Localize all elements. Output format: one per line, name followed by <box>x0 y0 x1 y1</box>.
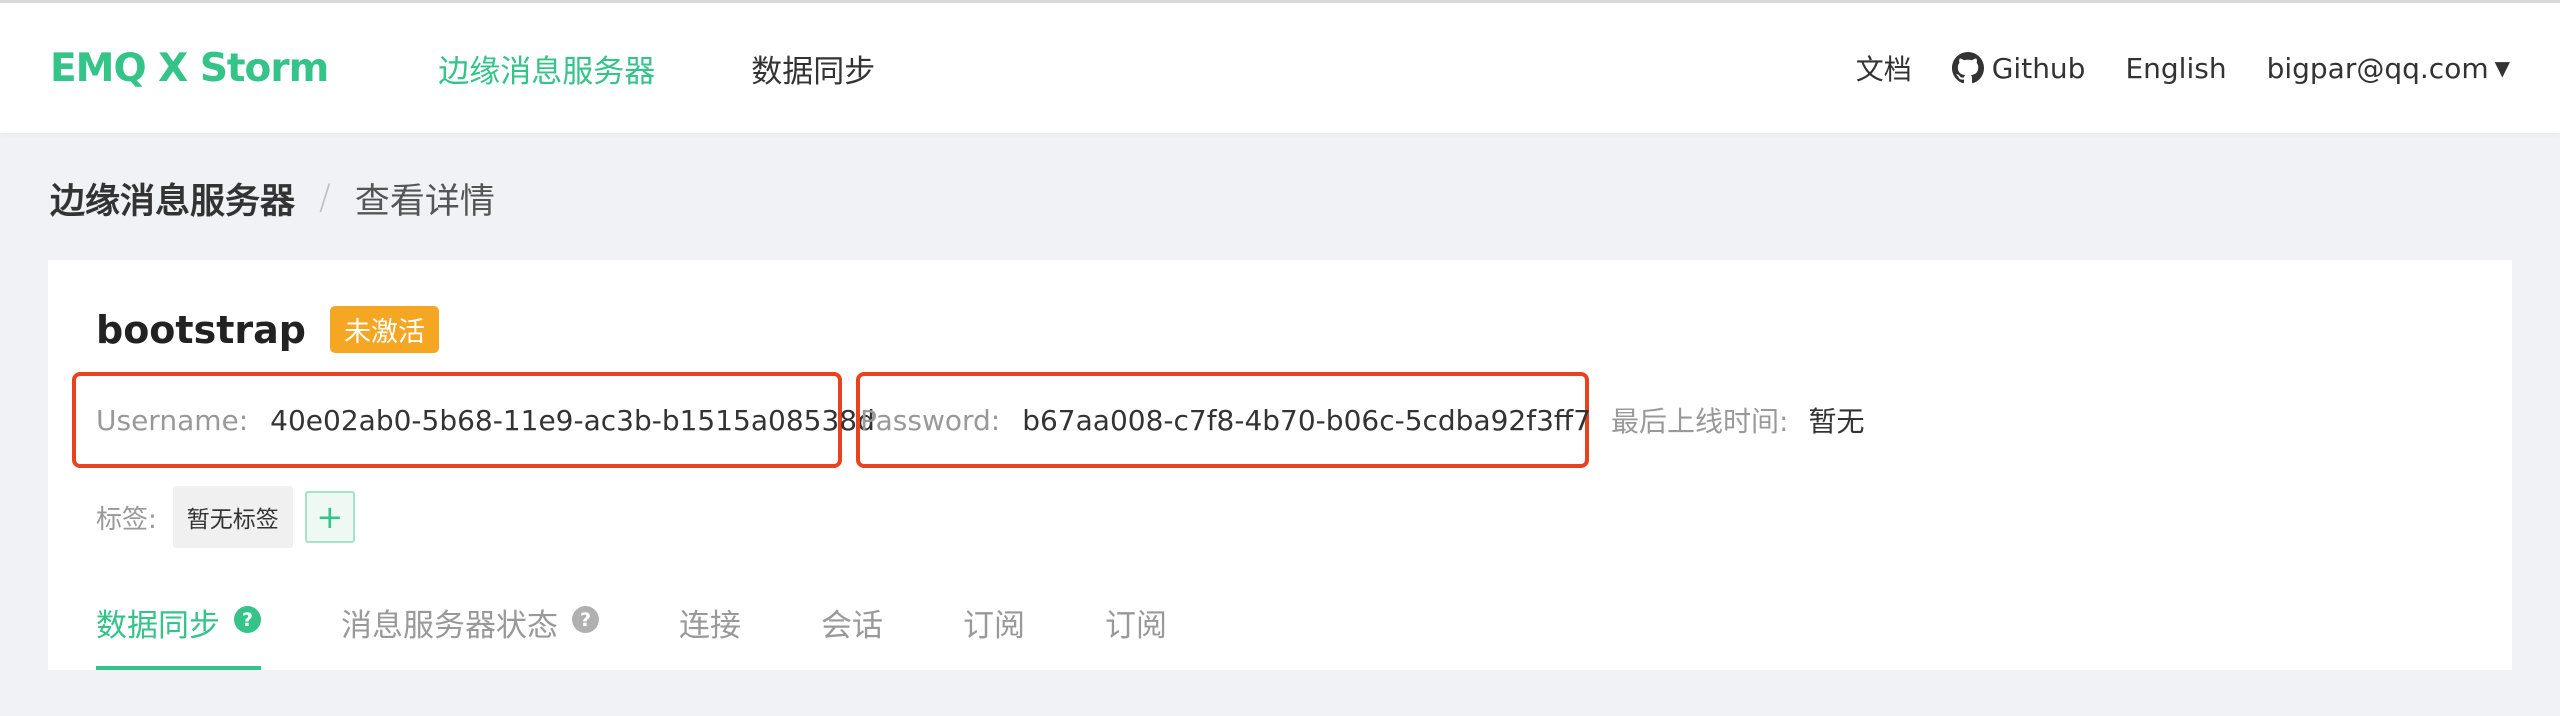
tag-empty-chip: 暂无标签 <box>172 486 293 548</box>
user-menu[interactable]: bigpar@qq.com ▼ <box>2267 52 2510 85</box>
title-row: bootstrap 未激活 <box>96 306 439 353</box>
nav-data-sync[interactable]: 数据同步 <box>751 46 875 91</box>
caret-down-icon: ▼ <box>2494 56 2510 80</box>
password-highlight: Password: b67aa008-c7f8-4b70-b06c-5cdba9… <box>856 372 1591 468</box>
help-icon[interactable]: ? <box>572 606 599 633</box>
docs-link[interactable]: 文档 <box>1856 48 1912 88</box>
main-nav: 边缘消息服务器 数据同步 <box>438 46 971 91</box>
tab-subscriptions[interactable]: 订阅 <box>963 600 1025 670</box>
breadcrumb-separator: / <box>319 178 331 218</box>
tab-label: 订阅 <box>963 608 1025 644</box>
status-badge: 未激活 <box>329 306 439 353</box>
server-name: bootstrap <box>96 307 306 352</box>
tab-connections[interactable]: 连接 <box>679 600 741 670</box>
last-online-value: 暂无 <box>1808 405 1865 438</box>
top-header: EMQ X Storm 边缘消息服务器 数据同步 文档 Github Engli… <box>0 3 2560 133</box>
add-tag-button[interactable]: + <box>304 491 355 543</box>
breadcrumb-parent[interactable]: 边缘消息服务器 <box>50 173 295 224</box>
tab-label: 订阅 <box>1105 608 1167 644</box>
breadcrumb: 边缘消息服务器 / 查看详情 <box>0 133 2560 263</box>
user-email: bigpar@qq.com <box>2266 51 2489 85</box>
tab-label: 会话 <box>821 608 883 644</box>
app-logo[interactable]: EMQ X Storm <box>50 46 329 91</box>
github-label: Github <box>1991 51 2086 85</box>
nav-edge-servers[interactable]: 边缘消息服务器 <box>438 46 655 91</box>
tab-sessions[interactable]: 会话 <box>821 600 883 670</box>
tab-label: 数据同步 <box>96 608 220 644</box>
tab-label: 消息服务器状态 <box>341 608 558 644</box>
username-highlight: Username: 40e02ab0-5b68-11e9-ac3b-b1515a… <box>72 372 875 468</box>
credentials-row: Username: 40e02ab0-5b68-11e9-ac3b-b1515a… <box>72 372 1864 468</box>
password-label: Password: <box>860 403 1001 437</box>
server-detail-card: bootstrap 未激活 Username: 40e02ab0-5b68-11… <box>48 260 2512 670</box>
tags-row: 标签: 暂无标签 + <box>96 486 355 548</box>
tab-data-sync[interactable]: 数据同步 ? <box>96 600 261 670</box>
detail-tabs: 数据同步 ? 消息服务器状态 ? 连接 会话 订阅 订阅 <box>96 600 1247 670</box>
password-value[interactable]: b67aa008-c7f8-4b70-b06c-5cdba92f3ff7 <box>1022 404 1591 437</box>
tab-label: 连接 <box>679 608 741 644</box>
language-switch[interactable]: English <box>2125 52 2226 85</box>
tab-server-status[interactable]: 消息服务器状态 ? <box>341 600 599 670</box>
tab-subscriptions-2[interactable]: 订阅 <box>1105 600 1167 670</box>
github-icon <box>1951 52 1984 84</box>
breadcrumb-current: 查看详情 <box>354 181 495 222</box>
last-online-label: 最后上线时间: <box>1611 405 1789 438</box>
username-value[interactable]: 40e02ab0-5b68-11e9-ac3b-b1515a08538d <box>270 404 875 437</box>
header-actions: 文档 Github English bigpar@qq.com ▼ <box>1816 48 2510 88</box>
tags-label: 标签: <box>96 504 157 535</box>
last-online: 最后上线时间: 暂无 <box>1611 400 1864 440</box>
github-link[interactable]: Github <box>1951 51 2086 85</box>
username-label: Username: <box>96 403 249 437</box>
help-icon[interactable]: ? <box>234 606 261 633</box>
